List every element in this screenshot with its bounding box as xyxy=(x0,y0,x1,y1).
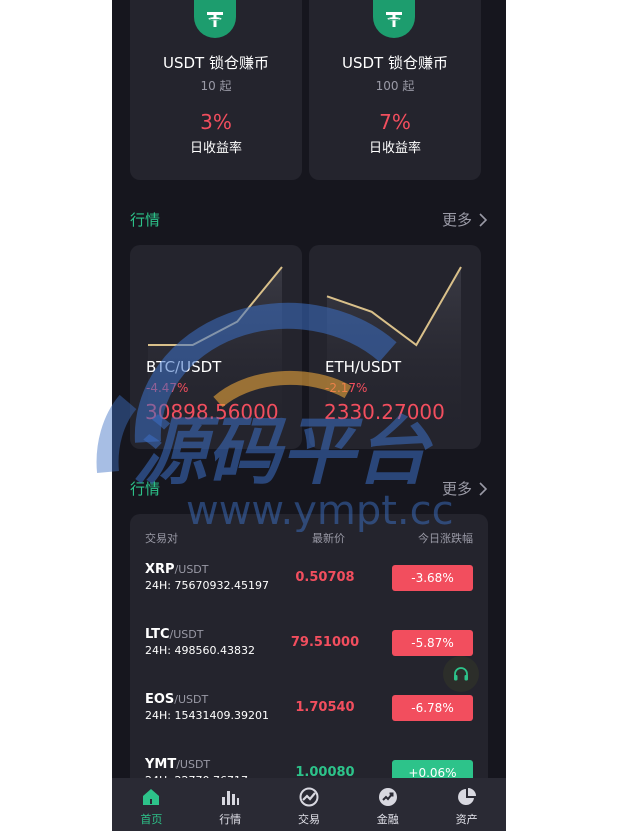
table-row[interactable]: EOS/USDT 24H: 15431409.39201 1.70540 -6.… xyxy=(130,692,488,732)
market-price: 2330.27000 xyxy=(324,400,445,424)
row-volume: 24H: 75670932.45197 xyxy=(145,579,269,592)
stake-card-2[interactable]: USDT 锁仓赚币 100 起 7% 日收益率 xyxy=(309,0,481,180)
row-base: XRP xyxy=(145,562,175,577)
list-section-title: 行情 xyxy=(130,480,161,498)
tab-market[interactable]: 行情 xyxy=(191,778,270,831)
list-more-link[interactable]: 更多 xyxy=(442,478,488,499)
header-pair: 交易对 xyxy=(145,532,178,545)
stake-name: USDT 锁仓赚币 xyxy=(342,54,448,72)
tab-home[interactable]: 首页 xyxy=(112,778,191,831)
finance-icon xyxy=(378,788,397,806)
table-header: 交易对 最新价 今日涨跌幅 xyxy=(130,530,488,546)
market-more-link[interactable]: 更多 xyxy=(442,209,488,230)
tab-label: 交易 xyxy=(297,813,320,826)
row-quote: /USDT xyxy=(176,758,211,771)
row-last-price: 1.70540 xyxy=(295,700,355,715)
row-symbol: EOS/USDT xyxy=(145,692,208,707)
tab-label: 首页 xyxy=(140,813,163,826)
row-symbol: YMT/USDT xyxy=(145,757,210,772)
bottom-tab-bar: 首页 行情 交易 金融 资产 xyxy=(112,778,506,831)
market-section-header: 行情 更多 xyxy=(130,209,488,231)
header-last: 最新价 xyxy=(312,532,345,545)
market-pair: BTC/USDT xyxy=(146,358,222,376)
stake-min-amount: 100 起 xyxy=(375,79,415,93)
market-card-btc[interactable]: BTC/USDT -4.47% 30898.56000 xyxy=(130,245,302,449)
market-change: -2.17% xyxy=(325,381,368,395)
row-last-price: 0.50708 xyxy=(295,570,355,585)
list-section-header: 行情 更多 xyxy=(130,478,488,500)
pie-chart-icon xyxy=(457,788,476,805)
table-row[interactable]: XRP/USDT 24H: 75670932.45197 0.50708 -3.… xyxy=(130,562,488,602)
tab-assets[interactable]: 资产 xyxy=(427,778,506,831)
row-symbol: LTC/USDT xyxy=(145,627,203,642)
market-card-eth[interactable]: ETH/USDT -2.17% 2330.27000 xyxy=(309,245,481,449)
row-change-badge[interactable]: -3.68% xyxy=(392,565,473,591)
tab-label: 资产 xyxy=(455,813,478,826)
market-pair: ETH/USDT xyxy=(325,358,402,376)
stake-rate-label: 日收益率 xyxy=(368,141,421,156)
row-change-badge[interactable]: -5.87% xyxy=(392,630,473,656)
app-screen: USDT 锁仓赚币 10 起 3% 日收益率 USDT 锁仓赚币 100 起 7… xyxy=(112,0,506,831)
market-change: -4.47% xyxy=(146,381,189,395)
row-volume: 24H: 15431409.39201 xyxy=(145,709,269,722)
header-change: 今日涨跌幅 xyxy=(418,532,473,545)
tab-finance[interactable]: 金融 xyxy=(348,778,427,831)
chevron-right-icon xyxy=(479,481,488,496)
bar-chart-icon xyxy=(222,791,240,805)
stake-rate-label: 日收益率 xyxy=(189,141,242,156)
row-last-price: 79.51000 xyxy=(290,635,360,650)
row-base: YMT xyxy=(145,757,177,772)
market-section-title: 行情 xyxy=(130,211,161,229)
row-quote: /USDT xyxy=(169,628,204,641)
row-volume: 24H: 498560.43832 xyxy=(145,644,255,657)
row-symbol: XRP/USDT xyxy=(145,562,209,577)
stake-rate: 7% xyxy=(379,110,411,134)
trade-icon xyxy=(299,787,319,807)
table-row[interactable]: LTC/USDT 24H: 498560.43832 79.51000 -5.8… xyxy=(130,627,488,667)
stake-name: USDT 锁仓赚币 xyxy=(163,54,269,72)
more-label: 更多 xyxy=(441,480,472,498)
row-change-badge[interactable]: -6.78% xyxy=(392,695,473,721)
row-base: EOS xyxy=(145,692,175,707)
tab-label: 金融 xyxy=(376,813,399,826)
support-button[interactable] xyxy=(443,656,479,692)
more-label: 更多 xyxy=(441,211,472,229)
headset-icon xyxy=(454,667,468,681)
tether-icon xyxy=(194,0,236,38)
market-price: 30898.56000 xyxy=(145,400,279,424)
row-quote: /USDT xyxy=(174,563,209,576)
tether-icon xyxy=(373,0,415,38)
tab-label: 行情 xyxy=(219,813,242,826)
row-base: LTC xyxy=(145,627,170,642)
stake-card-1[interactable]: USDT 锁仓赚币 10 起 3% 日收益率 xyxy=(130,0,302,180)
chevron-right-icon xyxy=(479,212,488,227)
ticker-table: 交易对 最新价 今日涨跌幅 XRP/USDT 24H: 75670932.451… xyxy=(130,514,488,814)
home-icon xyxy=(143,789,160,805)
stake-min-amount: 10 起 xyxy=(200,79,232,93)
row-quote: /USDT xyxy=(174,693,209,706)
tab-trade[interactable]: 交易 xyxy=(270,778,349,831)
stake-rate: 3% xyxy=(200,110,232,134)
